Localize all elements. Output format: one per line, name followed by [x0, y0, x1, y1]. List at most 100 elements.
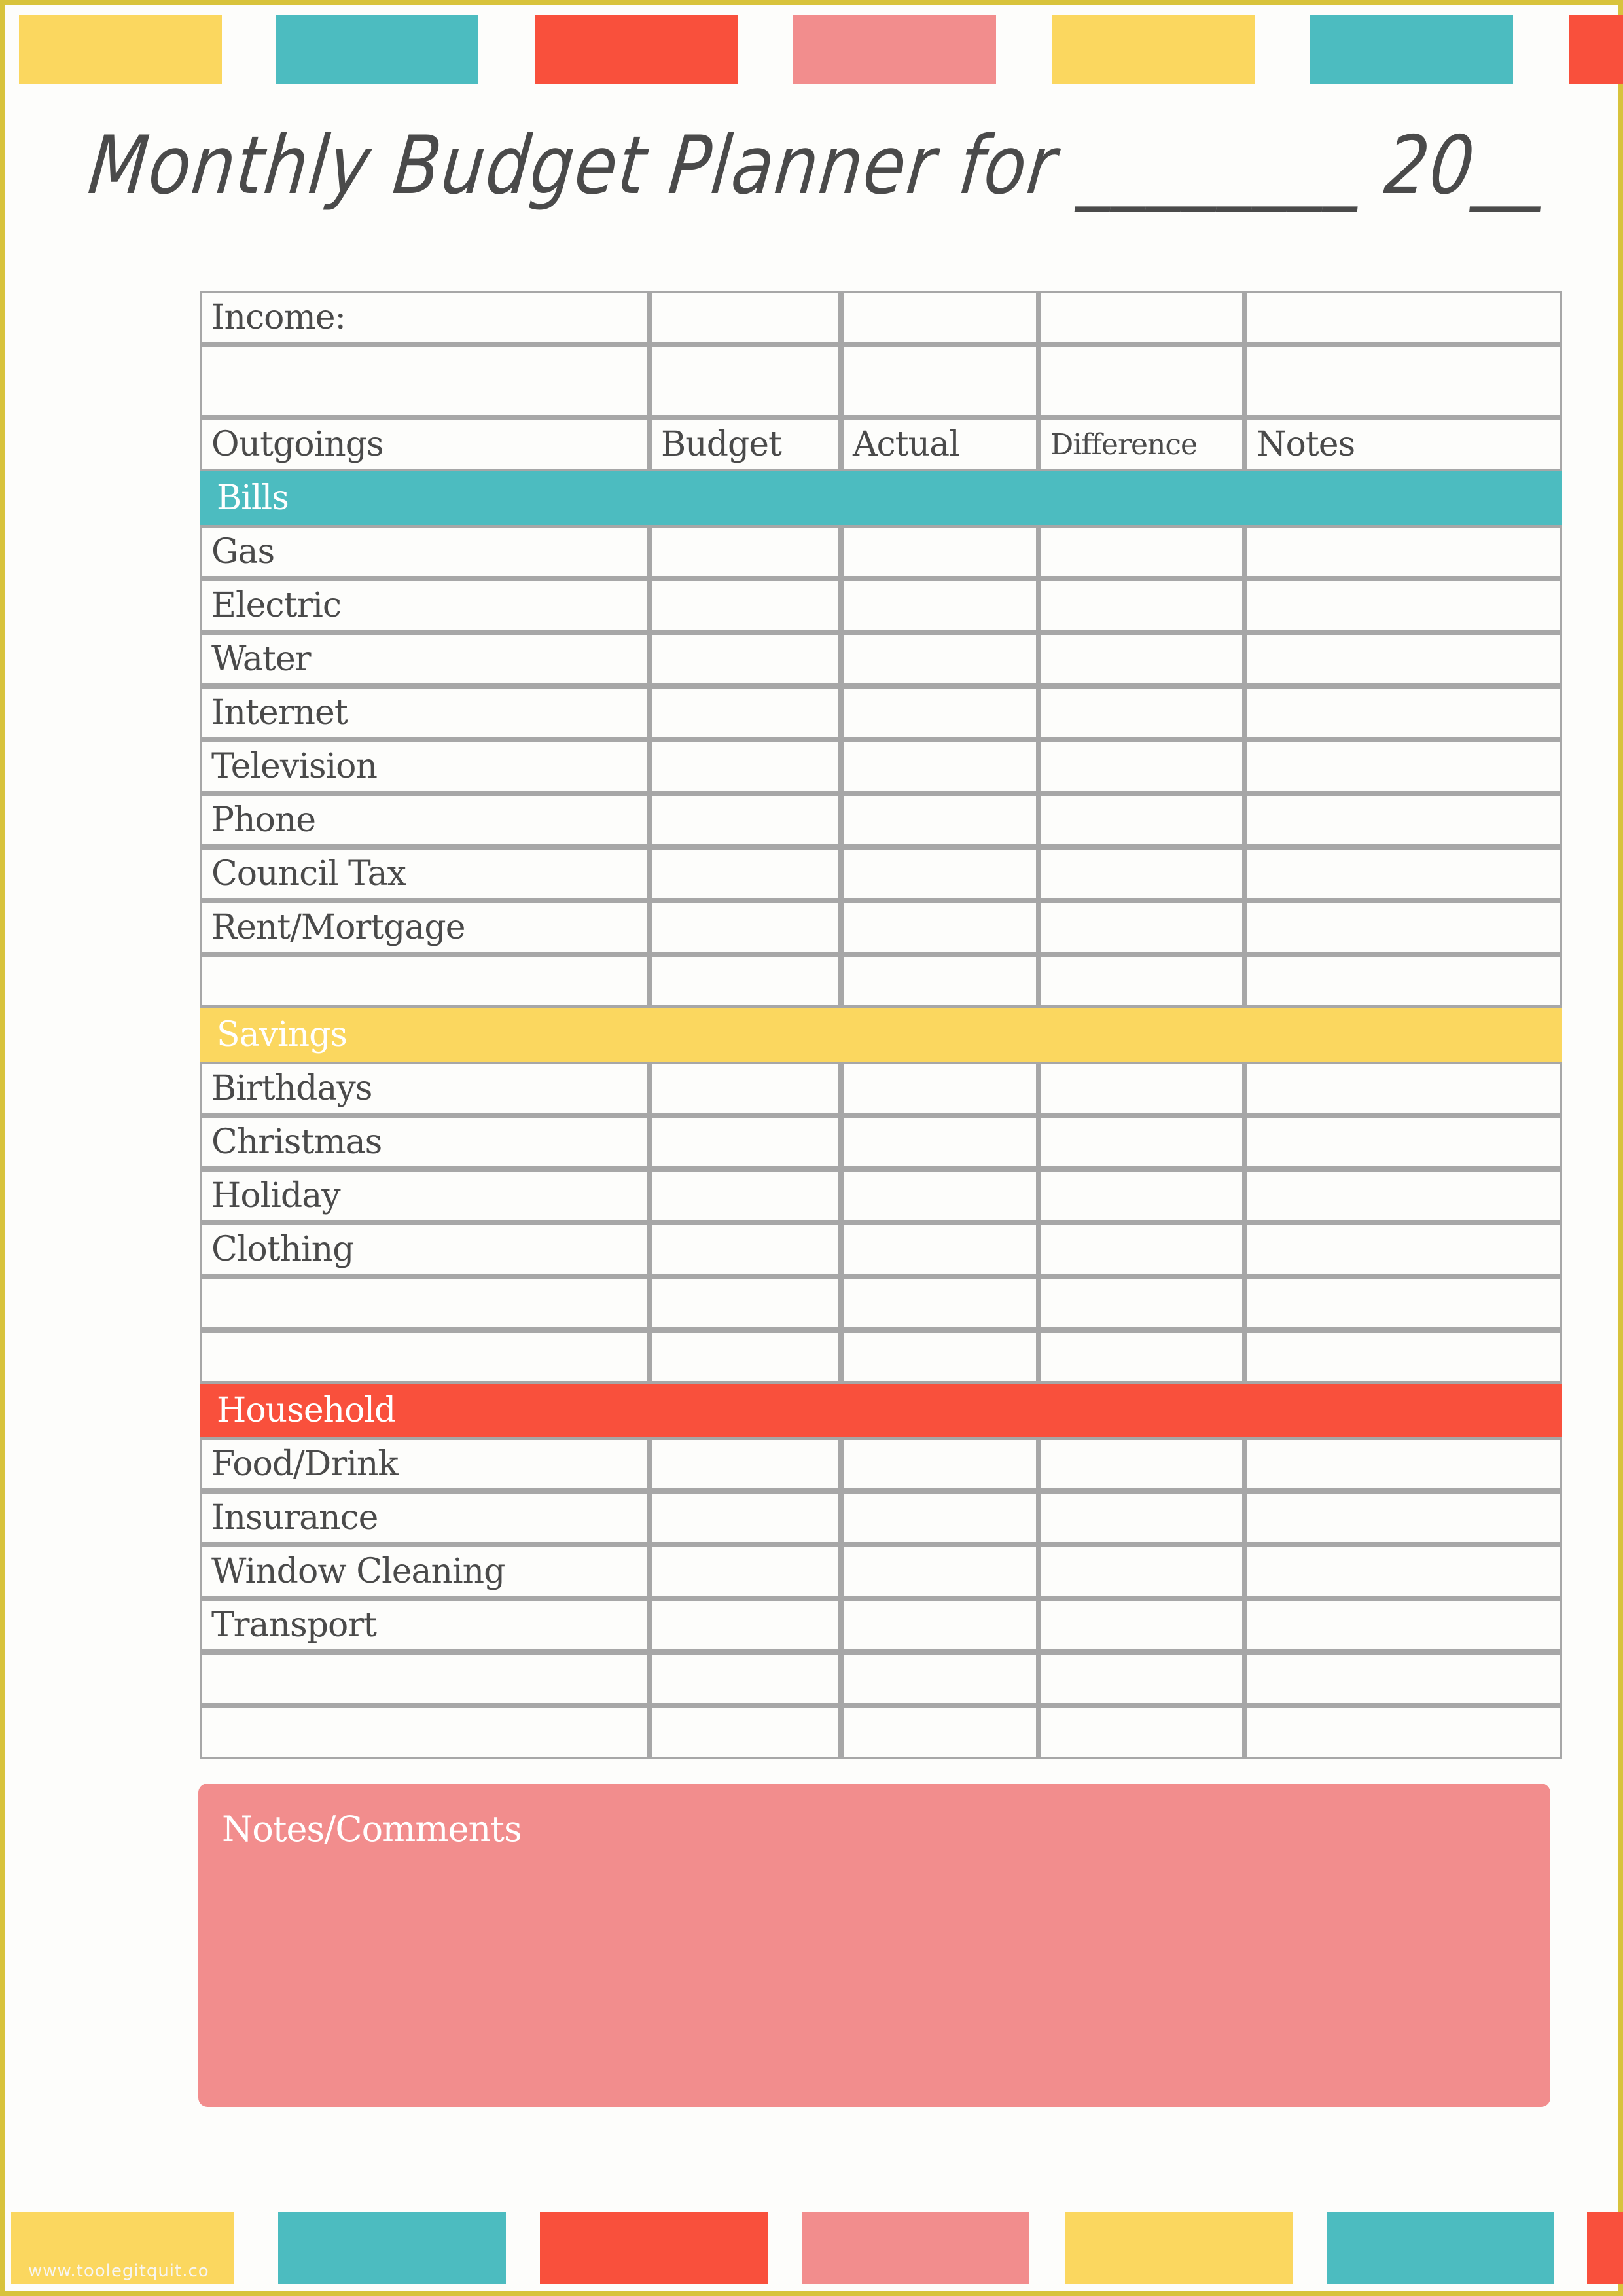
cell-difference[interactable] — [1039, 740, 1245, 793]
cell-actual[interactable] — [841, 1437, 1039, 1491]
cell-difference[interactable] — [1039, 1062, 1245, 1115]
cell-difference[interactable] — [1039, 793, 1245, 847]
cell-actual[interactable] — [841, 1652, 1039, 1706]
cell-budget[interactable] — [649, 847, 841, 901]
cell-budget[interactable] — [649, 1223, 841, 1276]
cell-budget[interactable] — [649, 1437, 841, 1491]
cell-difference[interactable] — [1039, 901, 1245, 954]
cell-category[interactable] — [200, 1276, 649, 1330]
cell-notes[interactable] — [1245, 901, 1562, 954]
cell-budget[interactable] — [649, 686, 841, 740]
cell-difference[interactable] — [1039, 579, 1245, 632]
cell-budget[interactable] — [649, 1652, 841, 1706]
cell-difference[interactable] — [1039, 1598, 1245, 1652]
cell-actual[interactable] — [841, 525, 1039, 579]
cell-notes[interactable] — [1245, 1169, 1562, 1223]
cell-actual[interactable] — [841, 901, 1039, 954]
cell-actual[interactable] — [841, 847, 1039, 901]
cell-notes[interactable] — [1245, 579, 1562, 632]
cell-budget[interactable] — [649, 344, 841, 418]
cell-difference[interactable] — [1039, 1330, 1245, 1384]
cell-actual[interactable] — [841, 740, 1039, 793]
cell-budget[interactable] — [649, 740, 841, 793]
cell-notes[interactable] — [1245, 1545, 1562, 1598]
cell-difference[interactable] — [1039, 1491, 1245, 1545]
notes-comments-box[interactable]: Notes/Comments — [198, 1784, 1550, 2107]
cell-notes[interactable] — [1245, 632, 1562, 686]
cell-category[interactable] — [200, 1652, 649, 1706]
cell-notes[interactable] — [1245, 1276, 1562, 1330]
cell-difference[interactable] — [1039, 686, 1245, 740]
cell-difference[interactable] — [1039, 1169, 1245, 1223]
cell-notes[interactable] — [1245, 1491, 1562, 1545]
cell-actual[interactable] — [841, 344, 1039, 418]
cell-difference[interactable] — [1039, 1545, 1245, 1598]
cell-notes[interactable] — [1245, 1062, 1562, 1115]
cell-actual[interactable] — [841, 1598, 1039, 1652]
cell-budget[interactable] — [649, 1491, 841, 1545]
cell-difference[interactable] — [1039, 291, 1245, 344]
cell-difference[interactable] — [1039, 525, 1245, 579]
cell-actual[interactable] — [841, 579, 1039, 632]
cell-category[interactable] — [200, 1330, 649, 1384]
cell-budget[interactable] — [649, 1545, 841, 1598]
cell-budget[interactable] — [649, 1276, 841, 1330]
cell-actual[interactable] — [841, 1276, 1039, 1330]
cell-notes[interactable] — [1245, 344, 1562, 418]
cell-notes[interactable] — [1245, 1652, 1562, 1706]
cell-notes[interactable] — [1245, 291, 1562, 344]
cell-budget[interactable] — [649, 632, 841, 686]
cell-budget[interactable] — [649, 579, 841, 632]
cell-category[interactable] — [200, 1706, 649, 1759]
cell-budget[interactable] — [649, 1062, 841, 1115]
cell-actual[interactable] — [841, 954, 1039, 1008]
cell-budget[interactable] — [649, 954, 841, 1008]
cell-actual[interactable] — [841, 632, 1039, 686]
color-bar — [793, 15, 996, 84]
cell-actual[interactable] — [841, 1330, 1039, 1384]
cell-difference[interactable] — [1039, 1276, 1245, 1330]
cell-actual[interactable] — [841, 793, 1039, 847]
cell-difference[interactable] — [1039, 1437, 1245, 1491]
cell-notes[interactable] — [1245, 740, 1562, 793]
cell-notes[interactable] — [1245, 847, 1562, 901]
cell-budget[interactable] — [649, 291, 841, 344]
cell-notes[interactable] — [1245, 1706, 1562, 1759]
cell-difference[interactable] — [1039, 632, 1245, 686]
cell-notes[interactable] — [1245, 954, 1562, 1008]
cell-notes[interactable] — [1245, 1330, 1562, 1384]
cell-budget[interactable] — [649, 1598, 841, 1652]
cell-budget[interactable] — [649, 1330, 841, 1384]
cell-budget[interactable] — [649, 525, 841, 579]
cell-actual[interactable] — [841, 1062, 1039, 1115]
cell-difference[interactable] — [1039, 1652, 1245, 1706]
cell-notes[interactable] — [1245, 1598, 1562, 1652]
cell-notes[interactable] — [1245, 1115, 1562, 1169]
cell-difference[interactable] — [1039, 1706, 1245, 1759]
cell-notes[interactable] — [1245, 793, 1562, 847]
cell-difference[interactable] — [1039, 344, 1245, 418]
cell-difference[interactable] — [1039, 1223, 1245, 1276]
cell-actual[interactable] — [841, 1491, 1039, 1545]
cell-actual[interactable] — [841, 1545, 1039, 1598]
cell-difference[interactable] — [1039, 954, 1245, 1008]
cell-difference[interactable] — [1039, 847, 1245, 901]
cell-actual[interactable] — [841, 1223, 1039, 1276]
cell-actual[interactable] — [841, 1169, 1039, 1223]
cell-actual[interactable] — [841, 1706, 1039, 1759]
cell-budget[interactable] — [649, 1115, 841, 1169]
cell-notes[interactable] — [1245, 1437, 1562, 1491]
cell-difference[interactable] — [1039, 1115, 1245, 1169]
cell-actual[interactable] — [841, 291, 1039, 344]
cell-budget[interactable] — [649, 793, 841, 847]
cell-actual[interactable] — [841, 1115, 1039, 1169]
cell-notes[interactable] — [1245, 1223, 1562, 1276]
cell-notes[interactable] — [1245, 686, 1562, 740]
cell-category[interactable] — [200, 954, 649, 1008]
cell-category[interactable] — [200, 344, 649, 418]
cell-actual[interactable] — [841, 686, 1039, 740]
cell-budget[interactable] — [649, 901, 841, 954]
cell-budget[interactable] — [649, 1169, 841, 1223]
cell-budget[interactable] — [649, 1706, 841, 1759]
cell-notes[interactable] — [1245, 525, 1562, 579]
